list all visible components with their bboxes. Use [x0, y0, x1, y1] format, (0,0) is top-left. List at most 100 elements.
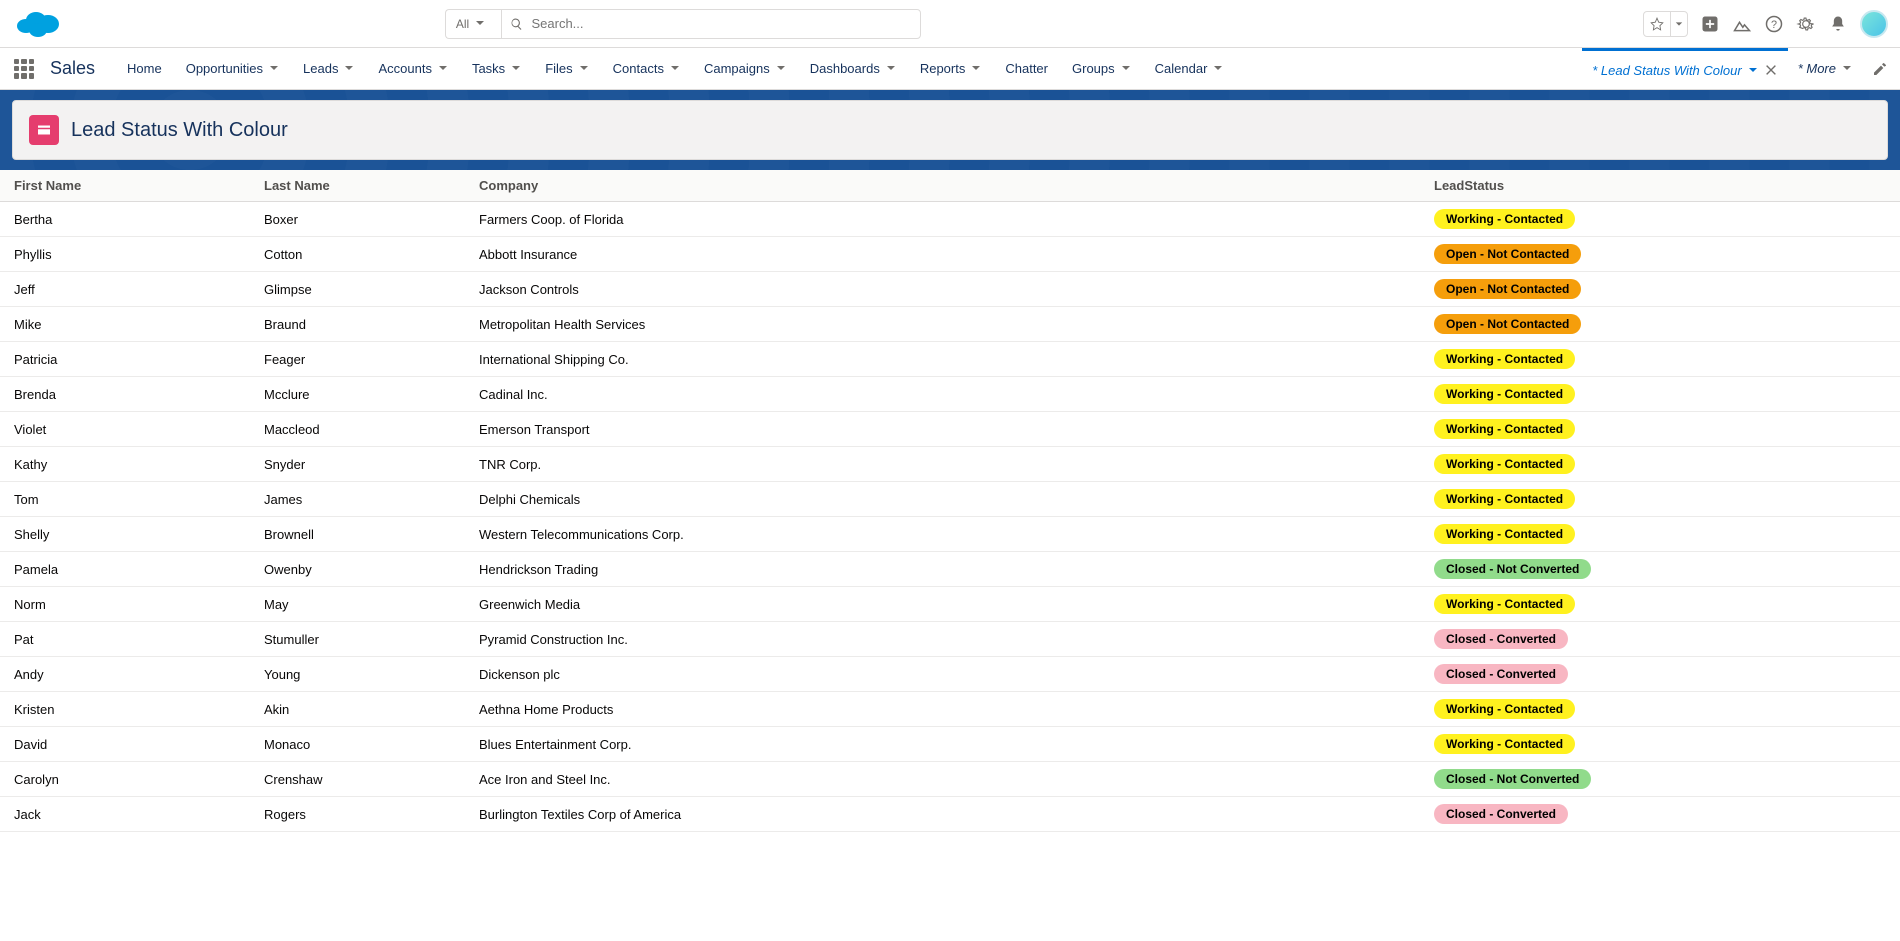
- search-scope-dropdown[interactable]: All: [445, 9, 501, 39]
- trailhead-icon[interactable]: [1732, 14, 1752, 34]
- nav-item-campaigns[interactable]: Campaigns: [692, 48, 798, 89]
- cell-last: Akin: [250, 692, 465, 727]
- cell-first: Kathy: [0, 447, 250, 482]
- cell-first: Patricia: [0, 342, 250, 377]
- chevron-down-icon[interactable]: [1213, 61, 1223, 76]
- status-badge: Working - Contacted: [1434, 209, 1575, 229]
- table-row[interactable]: BerthaBoxerFarmers Coop. of FloridaWorki…: [0, 202, 1900, 237]
- status-badge: Closed - Not Converted: [1434, 559, 1591, 579]
- chevron-down-icon[interactable]: [1121, 61, 1131, 76]
- nav-item-groups[interactable]: Groups: [1060, 48, 1143, 89]
- cell-company: Cadinal Inc.: [465, 377, 1420, 412]
- nav-item-opportunities[interactable]: Opportunities: [174, 48, 291, 89]
- tab-more[interactable]: * More: [1788, 61, 1862, 76]
- notifications-bell-icon[interactable]: [1828, 14, 1848, 34]
- cell-status: Working - Contacted: [1420, 482, 1900, 517]
- chevron-down-icon[interactable]: [670, 61, 680, 76]
- cell-company: Delphi Chemicals: [465, 482, 1420, 517]
- col-last-name[interactable]: Last Name: [250, 170, 465, 202]
- cell-company: Burlington Textiles Corp of America: [465, 797, 1420, 832]
- cell-status: Working - Contacted: [1420, 202, 1900, 237]
- table-row[interactable]: JeffGlimpseJackson ControlsOpen - Not Co…: [0, 272, 1900, 307]
- chevron-down-icon[interactable]: [579, 61, 589, 76]
- nav-right: * Lead Status With Colour * More: [1582, 48, 1888, 89]
- nav-item-home[interactable]: Home: [115, 48, 174, 89]
- table-row[interactable]: PhyllisCottonAbbott InsuranceOpen - Not …: [0, 237, 1900, 272]
- nav-item-contacts[interactable]: Contacts: [601, 48, 692, 89]
- table-row[interactable]: KathySnyderTNR Corp.Working - Contacted: [0, 447, 1900, 482]
- cell-status: Closed - Converted: [1420, 657, 1900, 692]
- cell-last: Mcclure: [250, 377, 465, 412]
- chevron-down-icon[interactable]: [886, 61, 896, 76]
- table-row[interactable]: JackRogersBurlington Textiles Corp of Am…: [0, 797, 1900, 832]
- table-row[interactable]: CarolynCrenshawAce Iron and Steel Inc.Cl…: [0, 762, 1900, 797]
- cell-status: Closed - Converted: [1420, 622, 1900, 657]
- cell-status: Working - Contacted: [1420, 517, 1900, 552]
- chevron-down-icon[interactable]: [511, 61, 521, 76]
- chevron-down-icon: [1842, 61, 1852, 76]
- status-badge: Working - Contacted: [1434, 489, 1575, 509]
- status-badge: Working - Contacted: [1434, 699, 1575, 719]
- close-icon[interactable]: [1764, 63, 1778, 77]
- chevron-down-icon[interactable]: [269, 61, 279, 76]
- nav-item-accounts[interactable]: Accounts: [366, 48, 459, 89]
- search-input-wrapper: [501, 9, 921, 39]
- table-row[interactable]: ShellyBrownellWestern Telecommunications…: [0, 517, 1900, 552]
- status-badge: Working - Contacted: [1434, 454, 1575, 474]
- cell-last: Boxer: [250, 202, 465, 237]
- nav-item-leads[interactable]: Leads: [291, 48, 366, 89]
- cell-first: Violet: [0, 412, 250, 447]
- chevron-down-icon[interactable]: [438, 61, 448, 76]
- salesforce-logo[interactable]: [12, 6, 64, 42]
- user-avatar[interactable]: [1860, 10, 1888, 38]
- nav-item-dashboards[interactable]: Dashboards: [798, 48, 908, 89]
- chevron-down-icon: [1671, 12, 1687, 36]
- table-row[interactable]: DavidMonacoBlues Entertainment Corp.Work…: [0, 727, 1900, 762]
- nav-item-tasks[interactable]: Tasks: [460, 48, 533, 89]
- nav-item-files[interactable]: Files: [533, 48, 600, 89]
- nav-item-label: Calendar: [1155, 61, 1208, 76]
- cell-last: James: [250, 482, 465, 517]
- lead-status-table-wrap: First Name Last Name Company LeadStatus …: [0, 170, 1900, 832]
- chevron-down-icon[interactable]: [344, 61, 354, 76]
- table-row[interactable]: MikeBraundMetropolitan Health ServicesOp…: [0, 307, 1900, 342]
- cell-status: Working - Contacted: [1420, 692, 1900, 727]
- nav-item-chatter[interactable]: Chatter: [993, 48, 1060, 89]
- table-row[interactable]: TomJamesDelphi ChemicalsWorking - Contac…: [0, 482, 1900, 517]
- chevron-down-icon[interactable]: [971, 61, 981, 76]
- nav-item-label: Chatter: [1005, 61, 1048, 76]
- search-input[interactable]: [531, 16, 912, 31]
- edit-pencil-icon[interactable]: [1872, 61, 1888, 77]
- col-company[interactable]: Company: [465, 170, 1420, 202]
- global-header: All ?: [0, 0, 1900, 48]
- table-row[interactable]: KristenAkinAethna Home ProductsWorking -…: [0, 692, 1900, 727]
- cell-status: Closed - Not Converted: [1420, 762, 1900, 797]
- table-row[interactable]: AndyYoungDickenson plcClosed - Converted: [0, 657, 1900, 692]
- nav-item-reports[interactable]: Reports: [908, 48, 994, 89]
- app-launcher-icon[interactable]: [12, 57, 36, 81]
- table-row[interactable]: PamelaOwenbyHendrickson TradingClosed - …: [0, 552, 1900, 587]
- cell-first: Carolyn: [0, 762, 250, 797]
- chevron-down-icon[interactable]: [1748, 63, 1758, 78]
- table-row[interactable]: NormMayGreenwich MediaWorking - Contacte…: [0, 587, 1900, 622]
- nav-item-calendar[interactable]: Calendar: [1143, 48, 1236, 89]
- add-icon[interactable]: [1700, 14, 1720, 34]
- cell-company: Dickenson plc: [465, 657, 1420, 692]
- cell-first: Phyllis: [0, 237, 250, 272]
- cell-status: Working - Contacted: [1420, 412, 1900, 447]
- status-badge: Open - Not Contacted: [1434, 314, 1581, 334]
- setup-gear-icon[interactable]: [1796, 14, 1816, 34]
- table-row[interactable]: PatriciaFeagerInternational Shipping Co.…: [0, 342, 1900, 377]
- table-row[interactable]: PatStumullerPyramid Construction Inc.Clo…: [0, 622, 1900, 657]
- favorites-button[interactable]: [1643, 11, 1688, 37]
- tab-lead-status-colour[interactable]: * Lead Status With Colour: [1582, 48, 1787, 89]
- status-badge: Working - Contacted: [1434, 419, 1575, 439]
- cell-status: Working - Contacted: [1420, 447, 1900, 482]
- help-icon[interactable]: ?: [1764, 14, 1784, 34]
- cell-last: Feager: [250, 342, 465, 377]
- table-row[interactable]: VioletMaccleodEmerson TransportWorking -…: [0, 412, 1900, 447]
- col-lead-status[interactable]: LeadStatus: [1420, 170, 1900, 202]
- table-row[interactable]: BrendaMcclureCadinal Inc.Working - Conta…: [0, 377, 1900, 412]
- col-first-name[interactable]: First Name: [0, 170, 250, 202]
- chevron-down-icon[interactable]: [776, 61, 786, 76]
